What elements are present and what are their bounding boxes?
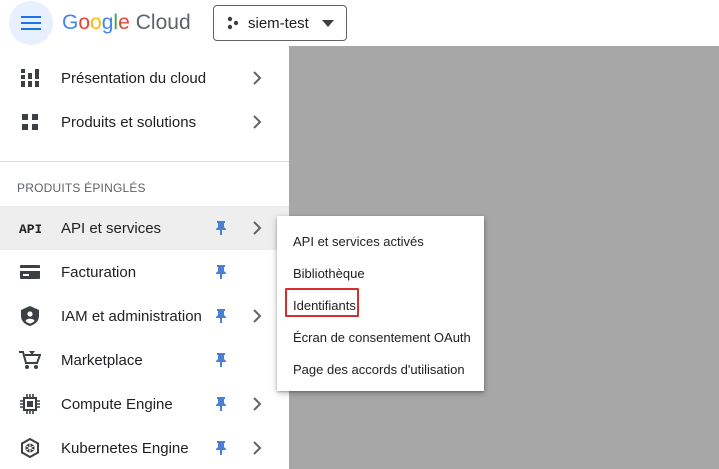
navigation-sidebar: Présentation du cloud Produits et soluti… [0, 46, 289, 469]
nav-item-produits-solutions[interactable]: Produits et solutions [0, 100, 289, 144]
project-icon [226, 15, 242, 31]
nav-item-presentation-cloud[interactable]: Présentation du cloud [0, 56, 289, 100]
hamburger-icon [21, 16, 41, 30]
pinned-products-header: PRODUITS ÉPINGLÉS [17, 181, 146, 195]
chip-icon [19, 393, 41, 415]
nav-item-kubernetes-engine[interactable]: Kubernetes Engine [0, 426, 289, 469]
project-name: siem-test [248, 14, 309, 32]
submenu-item-ecran-consentement-oauth[interactable]: Écran de consentement OAuth [293, 330, 471, 345]
nav-item-label: IAM et administration [61, 307, 202, 325]
nav-item-label: Marketplace [61, 351, 143, 369]
chevron-right-icon [253, 309, 262, 323]
chevron-right-icon [253, 221, 262, 235]
pin-icon[interactable] [214, 440, 228, 456]
nav-item-iam-administration[interactable]: IAM et administration [0, 294, 289, 338]
pin-icon[interactable] [214, 308, 228, 324]
identifiants-highlight-box [285, 288, 359, 317]
pin-icon[interactable] [214, 220, 228, 236]
chevron-right-icon [253, 397, 262, 411]
logo-google-text: Google [62, 11, 130, 34]
top-bar: Google Cloud siem-test [0, 0, 719, 46]
nav-item-label: Kubernetes Engine [61, 439, 189, 457]
shield-icon [19, 305, 41, 327]
api-icon: API [19, 217, 41, 239]
submenu-item-page-accords-utilisation[interactable]: Page des accords d'utilisation [293, 362, 465, 377]
submenu-item-bibliotheque[interactable]: Bibliothèque [293, 266, 365, 281]
submenu-item-api-services-actives[interactable]: API et services activés [293, 234, 424, 249]
nav-item-marketplace[interactable]: Marketplace [0, 338, 289, 382]
chevron-right-icon [253, 71, 262, 85]
chevron-right-icon [253, 115, 262, 129]
dropdown-caret-icon [322, 20, 334, 27]
chevron-right-icon [253, 441, 262, 455]
logo-cloud-text: Cloud [135, 11, 191, 34]
cart-icon [19, 349, 41, 371]
pin-icon[interactable] [214, 264, 228, 280]
nav-item-facturation[interactable]: Facturation [0, 250, 289, 294]
apps-grid-icon [19, 111, 41, 133]
dashboard-icon [19, 67, 41, 89]
nav-item-label: Facturation [61, 263, 137, 281]
svg-text:API: API [19, 222, 41, 235]
nav-item-compute-engine[interactable]: Compute Engine [0, 382, 289, 426]
section-divider [0, 161, 289, 162]
nav-item-label: API et services [61, 219, 162, 237]
kubernetes-icon [19, 437, 41, 459]
nav-item-api-services[interactable]: API API et services [0, 206, 289, 250]
nav-item-label: Présentation du cloud [61, 69, 207, 87]
nav-item-label: Compute Engine [61, 395, 173, 413]
pin-icon[interactable] [214, 396, 228, 412]
google-cloud-logo[interactable]: Google Cloud [62, 9, 191, 37]
pin-icon[interactable] [214, 352, 228, 368]
main-menu-button[interactable] [9, 1, 53, 45]
nav-item-label: Produits et solutions [61, 113, 197, 131]
billing-icon [19, 261, 41, 283]
project-picker[interactable]: siem-test [213, 5, 347, 41]
